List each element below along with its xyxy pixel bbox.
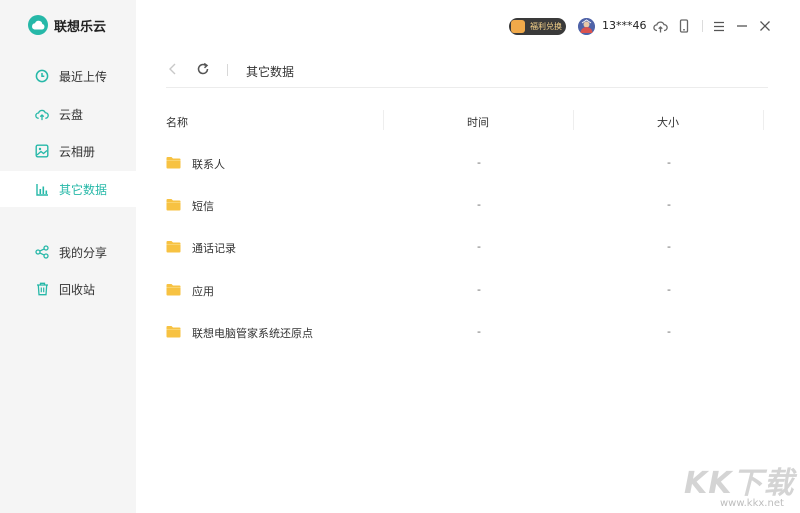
- watermark-url: www.kkx.net: [720, 498, 784, 509]
- app-logo: 联想乐云: [28, 14, 106, 36]
- refresh-icon[interactable]: [196, 62, 210, 76]
- minimize-icon[interactable]: [734, 18, 750, 34]
- image-icon: [35, 144, 49, 158]
- breadcrumb-divider: [227, 64, 228, 76]
- cloud-upload-icon: [35, 107, 49, 121]
- sidebar-item-label: 最近上传: [59, 69, 108, 84]
- column-header-time[interactable]: 时间: [467, 114, 489, 130]
- gift-icon: [511, 20, 525, 33]
- back-icon[interactable]: [166, 62, 180, 76]
- file-name: 通话记录: [192, 242, 236, 255]
- watermark-logo: KK下载: [684, 466, 795, 501]
- share-icon: [35, 245, 49, 259]
- sidebar-item-my-share[interactable]: 我的分享: [0, 234, 136, 270]
- sidebar-item-label: 云相册: [59, 144, 96, 159]
- username[interactable]: 13***46: [602, 19, 647, 32]
- close-icon[interactable]: [757, 18, 773, 34]
- app-name: 联想乐云: [54, 19, 107, 35]
- sidebar: 联想乐云 最近上传 云盘 云相册 其它数据 我的分享 回收站: [0, 0, 136, 513]
- file-time: -: [477, 325, 481, 338]
- folder-icon: [166, 156, 181, 169]
- column-divider: [763, 110, 764, 130]
- folder-icon: [166, 283, 181, 296]
- column-header-size[interactable]: 大小: [657, 114, 679, 130]
- file-name: 联系人: [192, 158, 225, 171]
- table-row[interactable]: 通话记录 - -: [166, 226, 766, 268]
- cloud-logo-icon: [28, 15, 48, 35]
- sidebar-item-recycle-bin[interactable]: 回收站: [0, 271, 136, 307]
- table-row[interactable]: 应用 - -: [166, 269, 766, 311]
- breadcrumb: 其它数据: [166, 56, 768, 88]
- toolbar-divider: [702, 20, 703, 32]
- upload-cloud-icon[interactable]: [652, 18, 668, 34]
- column-divider: [573, 110, 574, 130]
- welfare-exchange-badge[interactable]: 福利兑换: [509, 18, 566, 35]
- file-name: 联想电脑管家系统还原点: [192, 327, 313, 340]
- bar-chart-icon: [35, 182, 49, 196]
- sidebar-item-label: 回收站: [59, 282, 96, 297]
- folder-icon: [166, 198, 181, 211]
- file-time: -: [477, 240, 481, 253]
- file-size: -: [667, 156, 671, 169]
- sidebar-item-recent-upload[interactable]: 最近上传: [0, 58, 136, 94]
- file-time: -: [477, 198, 481, 211]
- watermark: KK下载 www.kkx.net: [684, 458, 795, 509]
- avatar[interactable]: [578, 18, 595, 35]
- file-size: -: [667, 283, 671, 296]
- table-row[interactable]: 联想电脑管家系统还原点 - -: [166, 311, 766, 353]
- table-row[interactable]: 短信 - -: [166, 184, 766, 226]
- sidebar-item-cloud-album[interactable]: 云相册: [0, 133, 136, 169]
- trash-icon: [35, 282, 49, 296]
- column-header-name[interactable]: 名称: [166, 114, 188, 130]
- folder-icon: [166, 240, 181, 253]
- sidebar-item-label: 其它数据: [59, 182, 108, 197]
- badge-label: 福利兑换: [530, 22, 562, 31]
- table-header: 名称 时间 大小: [166, 108, 766, 134]
- sidebar-item-label: 我的分享: [59, 245, 108, 260]
- sidebar-item-other-data[interactable]: 其它数据: [0, 171, 136, 207]
- file-size: -: [667, 198, 671, 211]
- file-name: 应用: [192, 285, 214, 298]
- sidebar-item-label: 云盘: [59, 107, 84, 122]
- column-divider: [383, 110, 384, 130]
- menu-icon[interactable]: [711, 18, 727, 34]
- sidebar-item-cloud-disk[interactable]: 云盘: [0, 96, 136, 132]
- file-size: -: [667, 240, 671, 253]
- table-row[interactable]: 联系人 - -: [166, 142, 766, 184]
- file-time: -: [477, 156, 481, 169]
- breadcrumb-current: 其它数据: [246, 65, 295, 79]
- phone-icon[interactable]: [676, 18, 692, 34]
- file-size: -: [667, 325, 671, 338]
- folder-icon: [166, 325, 181, 338]
- file-name: 短信: [192, 200, 214, 213]
- clock-icon: [35, 69, 49, 83]
- file-time: -: [477, 283, 481, 296]
